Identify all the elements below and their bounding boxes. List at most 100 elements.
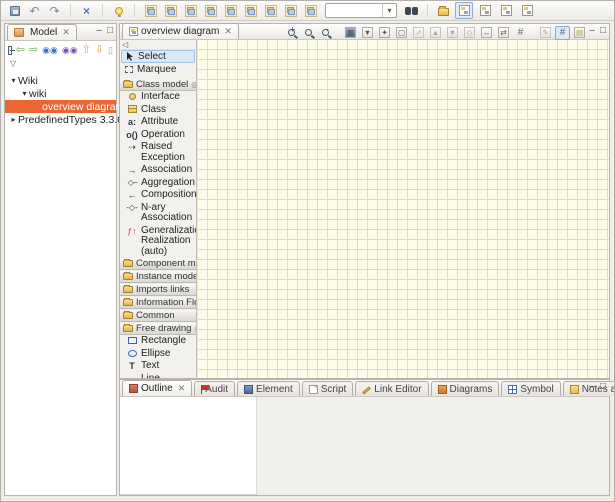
expander-icon[interactable]: ▾ [9, 76, 18, 85]
search-combo[interactable]: ▾ [325, 3, 397, 18]
palette-item-nary-association[interactable]: -◇- N-ary Association [120, 202, 196, 225]
model-action-icon-6[interactable] [242, 3, 259, 19]
perspective-icon-4[interactable] [518, 2, 536, 19]
palette-item-association[interactable]: → Association [120, 164, 196, 177]
forward-icon[interactable]: ⇨ [29, 45, 38, 56]
palette-section-instance-model[interactable]: Instance model [120, 270, 196, 283]
tree-item-label[interactable]: PredefinedTypes 3.3.00 [18, 114, 129, 126]
unmask-icon[interactable]: ▲ [428, 26, 443, 40]
model-action-icon-5[interactable] [222, 3, 239, 19]
minimize-icon[interactable]: – [589, 26, 595, 36]
binoculars-search-icon[interactable] [403, 3, 420, 19]
fit-to-window-icon[interactable]: ↔ [479, 26, 494, 40]
palette-item-interface[interactable]: Interface [120, 91, 196, 104]
palette-section-component-model[interactable]: Component mo... [120, 257, 196, 270]
editor-tab-overview-diagram[interactable]: overview diagram ✕ [122, 23, 239, 39]
zoom-out-icon[interactable]: – [318, 26, 333, 40]
save-icon[interactable] [6, 3, 23, 19]
palette-section-free-drawing[interactable]: Free drawing ◎ [120, 322, 196, 335]
expander-icon[interactable]: ▸ [9, 115, 18, 124]
model-action-icon-1[interactable] [142, 3, 159, 19]
bookmark-icon[interactable]: ▯ [108, 46, 113, 55]
show-grid-icon[interactable]: ▤ [572, 26, 587, 40]
palette-item-rectangle[interactable]: Rectangle [120, 335, 196, 348]
outline-content[interactable] [120, 397, 257, 495]
show-links-icon[interactable]: ↗ [411, 26, 426, 40]
maximize-icon[interactable]: □ [107, 26, 113, 36]
tree-row[interactable]: ▾ Wiki [5, 74, 116, 87]
palette-collapse-icon[interactable]: ◁ [120, 40, 196, 50]
fit-width-icon[interactable]: ⇄ [496, 26, 511, 40]
palette-item-aggregation[interactable]: ◇– Aggregation [120, 177, 196, 190]
minimize-icon[interactable]: – [96, 26, 102, 36]
print-icon[interactable]: ▩ [343, 26, 358, 40]
model-view-tab[interactable]: Model ✕ [7, 24, 77, 40]
move-up-icon[interactable]: ⇧ [82, 45, 91, 56]
export-image-icon[interactable]: ▼ [360, 26, 375, 40]
undo-icon[interactable]: ↶ [26, 3, 43, 19]
diagram-canvas[interactable] [197, 40, 609, 378]
tab-script[interactable]: Script [302, 381, 354, 396]
maximize-icon[interactable]: □ [600, 382, 606, 392]
palette-tool-marquee[interactable]: Marquee [121, 63, 195, 74]
close-icon[interactable]: ✕ [224, 26, 232, 37]
zoom-original-icon[interactable] [301, 26, 316, 40]
tab-element[interactable]: Element [237, 381, 300, 396]
tab-link-editor[interactable]: Link Editor [355, 381, 428, 396]
tab-audit[interactable]: Audit [194, 381, 235, 396]
model-action-icon-7[interactable] [262, 3, 279, 19]
model-action-icon-2[interactable] [162, 3, 179, 19]
tab-diagrams[interactable]: Diagrams [431, 381, 500, 396]
configuration-icon[interactable]: × [78, 3, 95, 19]
move-down-icon[interactable]: ⇩ [95, 45, 104, 56]
select-frame-icon[interactable]: ▢ [394, 26, 409, 40]
perspective-icon-2[interactable] [476, 2, 494, 19]
palette-item-text[interactable]: T Text [120, 360, 196, 373]
model-action-icon-8[interactable] [282, 3, 299, 19]
model-action-icon-9[interactable] [302, 3, 319, 19]
palette-item-ellipse[interactable]: Ellipse [120, 348, 196, 361]
hint-lightbulb-icon[interactable] [110, 3, 127, 19]
palette-item-generalization-realization-auto[interactable]: ƒ↑ Generalizatio... Realization (auto) [120, 225, 196, 258]
palette-item-class[interactable]: Class [120, 104, 196, 117]
expander-icon[interactable]: ▾ [20, 89, 29, 98]
pen-style-icon[interactable]: ✎ [538, 26, 553, 40]
tree-row-selected[interactable]: overview diagram [5, 100, 116, 113]
pin-icon[interactable]: ◎ [191, 80, 196, 89]
tab-outline[interactable]: Outline ✕ [122, 380, 192, 396]
maximize-icon[interactable]: □ [600, 26, 606, 36]
back-icon[interactable]: ⇦ [16, 45, 25, 56]
palette-item-line[interactable]: → Line [120, 373, 196, 378]
palette-section-imports-links[interactable]: Imports links [120, 283, 196, 296]
snap-to-grid-icon[interactable]: # [555, 26, 570, 40]
open-perspective-icon[interactable] [435, 3, 452, 19]
view-menu-icon[interactable]: ▽ [5, 59, 116, 71]
palette-section-information-flow[interactable]: Information Flo... [120, 296, 196, 309]
tree-row[interactable]: ▸ PredefinedTypes 3.3.00 [5, 113, 116, 126]
palette-section-common[interactable]: Common [120, 309, 196, 322]
tab-symbol[interactable]: Symbol [501, 381, 560, 396]
related-blue-icon[interactable]: ◉◉ [42, 46, 58, 55]
palette-item-composition[interactable]: ← Composition [120, 189, 196, 202]
combo-dropdown-icon[interactable]: ▾ [382, 4, 396, 17]
palette-item-raised-exception[interactable]: ⇢ Raised Exception [120, 141, 196, 164]
tree-item-label[interactable]: wiki [29, 88, 47, 100]
mask-icon[interactable]: ▼ [445, 26, 460, 40]
palette-item-attribute[interactable]: a: Attribute [120, 116, 196, 129]
close-icon[interactable]: ✕ [178, 383, 186, 394]
perspective-modeling-icon[interactable] [455, 2, 473, 19]
related-icon[interactable]: ◇ [462, 26, 477, 40]
save-image-icon[interactable]: ✦ [377, 26, 392, 40]
palette-item-operation[interactable]: o() Operation [120, 129, 196, 142]
palette-section-class-model[interactable]: Class model ◎ [120, 78, 196, 91]
model-action-icon-3[interactable] [182, 3, 199, 19]
tree-item-label[interactable]: Wiki [18, 75, 38, 87]
close-icon[interactable]: ✕ [62, 27, 70, 38]
palette-tool-select[interactable]: Select [121, 50, 195, 63]
minimize-icon[interactable]: – [589, 382, 595, 392]
page-grid-icon[interactable]: # [513, 26, 528, 40]
tree-row[interactable]: ▾ wiki [5, 87, 116, 100]
pin-icon[interactable]: ◎ [194, 324, 196, 333]
collapse-all-icon[interactable] [8, 46, 12, 55]
related-purple-icon[interactable]: ◉◉ [62, 46, 78, 55]
